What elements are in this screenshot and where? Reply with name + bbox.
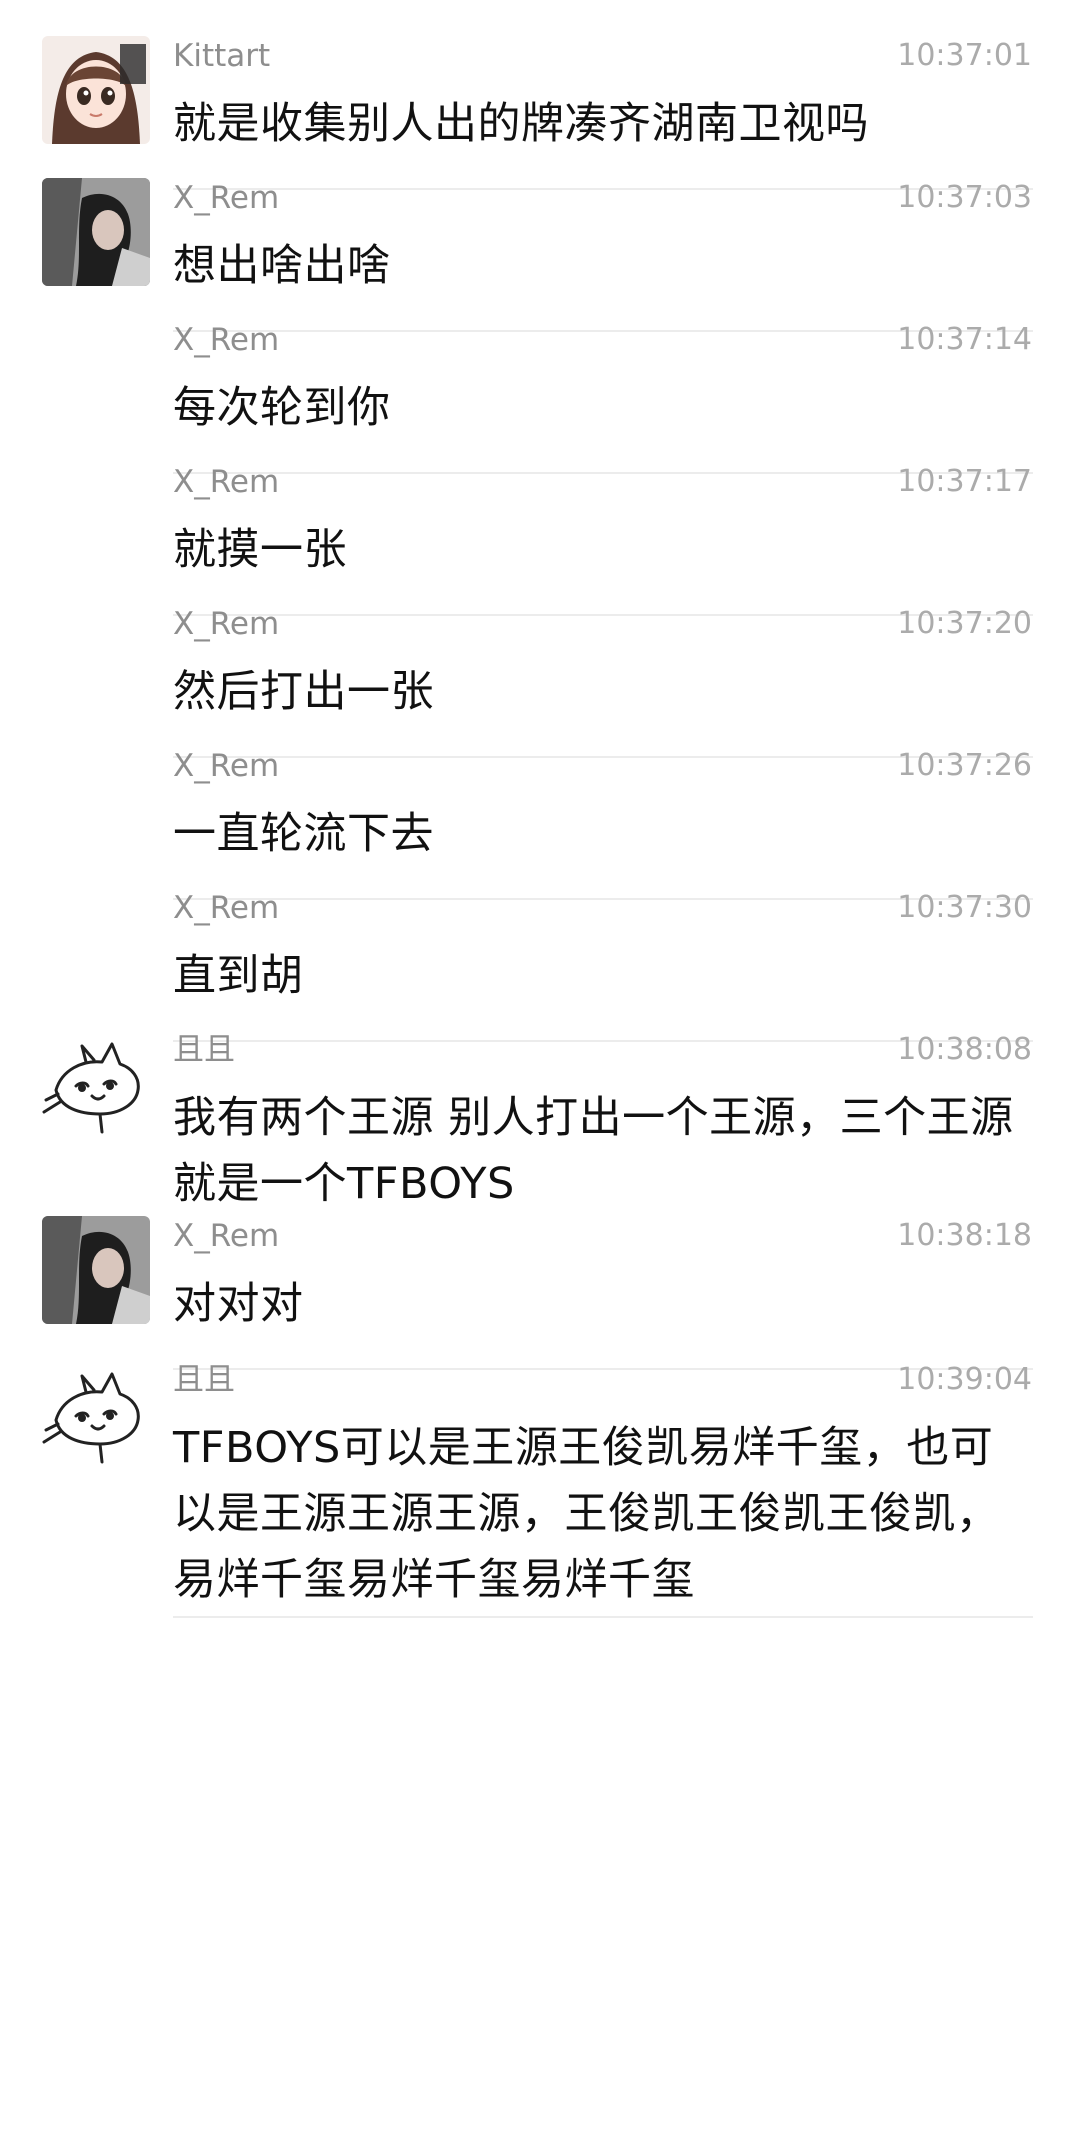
sender-name[interactable]: X_Rem xyxy=(173,604,279,644)
message-text: 我有两个王源 别人打出一个王源，三个王源就是一个TFBOYS xyxy=(173,1093,1014,1209)
message-time: 10:38:18 xyxy=(897,1218,1032,1253)
message-time: 10:37:17 xyxy=(897,464,1032,499)
sender-name[interactable]: Kittart xyxy=(173,36,270,76)
message-text: 一直轮流下去 xyxy=(173,809,434,859)
previous-header-fragment xyxy=(0,0,1080,12)
message-text: 每次轮到你 xyxy=(173,383,391,433)
sender-name[interactable]: X_Rem xyxy=(173,320,279,360)
sender-name[interactable]: X_Rem xyxy=(173,746,279,786)
anime-girl-avatar[interactable] xyxy=(42,36,150,144)
message-time: 10:39:04 xyxy=(897,1362,1032,1397)
photo-girl-avatar[interactable] xyxy=(42,1216,150,1324)
cat-doodle-avatar[interactable] xyxy=(42,1360,150,1468)
message-text: TFBOYS可以是王源王俊凯易烊千玺，也可以是王源王源王源，王俊凯王俊凯王俊凯，… xyxy=(173,1423,1000,1605)
sender-name[interactable]: 且且 xyxy=(173,1360,235,1400)
sender-name[interactable]: X_Rem xyxy=(173,178,279,218)
cat-doodle-avatar[interactable] xyxy=(42,1030,150,1138)
photo-girl-avatar[interactable] xyxy=(42,178,150,286)
message-divider xyxy=(173,1616,1033,1618)
message-text: 直到胡 xyxy=(173,951,304,1001)
message-text: 就摸一张 xyxy=(173,525,347,575)
message-text: 对对对 xyxy=(173,1279,304,1329)
sender-name[interactable]: X_Rem xyxy=(173,1216,279,1256)
sender-name[interactable]: X_Rem xyxy=(173,462,279,502)
message-time: 10:37:14 xyxy=(897,322,1032,357)
sender-name[interactable]: X_Rem xyxy=(173,888,279,928)
message-time: 10:37:26 xyxy=(897,748,1032,783)
message-time: 10:37:20 xyxy=(897,606,1032,641)
message-time: 10:37:01 xyxy=(897,38,1032,73)
message-time: 10:37:30 xyxy=(897,890,1032,925)
message-text: 然后打出一张 xyxy=(173,667,434,717)
message-time: 10:37:03 xyxy=(897,180,1032,215)
message-time: 10:38:08 xyxy=(897,1032,1032,1067)
sender-name[interactable]: 且且 xyxy=(173,1030,235,1070)
message-text: 就是收集别人出的牌凑齐湖南卫视吗 xyxy=(173,99,869,149)
message-text: 想出啥出啥 xyxy=(173,241,391,291)
